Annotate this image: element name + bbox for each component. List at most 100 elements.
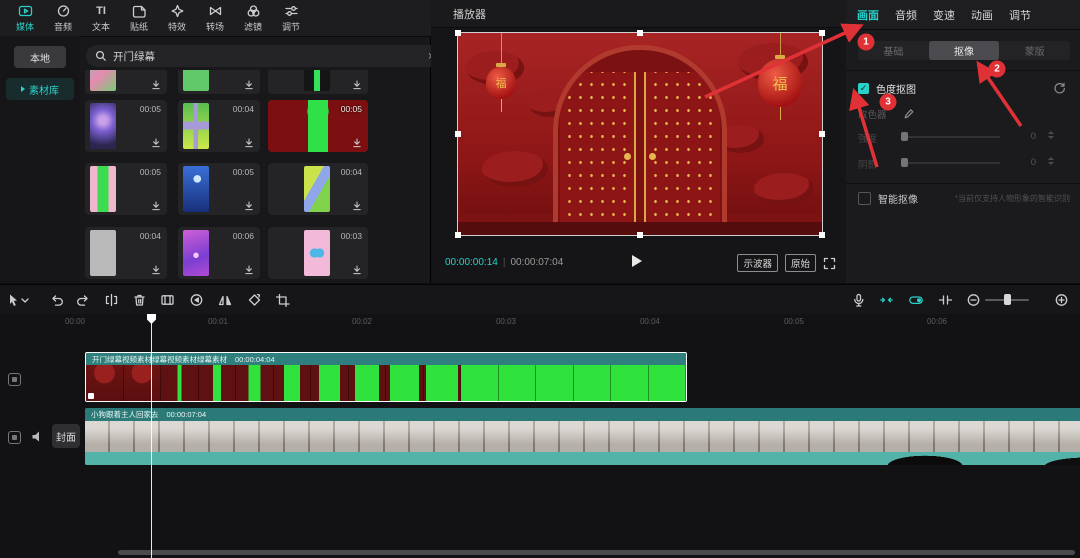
- stepper-down-icon[interactable]: [1048, 136, 1054, 139]
- media-card[interactable]: 00:05: [178, 163, 260, 215]
- video-preview[interactable]: 福 福: [457, 32, 823, 236]
- toolbar-item-adjust[interactable]: 调节: [272, 4, 310, 33]
- media-card[interactable]: 00:04: [85, 227, 167, 279]
- play-button[interactable]: [632, 255, 642, 267]
- track2-toggle[interactable]: [8, 431, 21, 444]
- stepper-up-icon[interactable]: [1048, 157, 1054, 160]
- chroma-key-row[interactable]: ✓ 色度抠图: [858, 81, 916, 96]
- stepper[interactable]: [1048, 157, 1054, 165]
- toolbar-item-effects[interactable]: 特效: [158, 4, 196, 33]
- reset-icon[interactable]: [1053, 82, 1066, 95]
- fullscreen-icon[interactable]: [823, 257, 836, 270]
- undo-icon[interactable]: [47, 291, 65, 309]
- download-icon[interactable]: [150, 200, 162, 212]
- download-icon[interactable]: [243, 264, 255, 276]
- timeline-ruler[interactable]: 00:00 00:01 00:02 00:03 00:04 00:05 00:06: [0, 314, 1080, 331]
- track1-toggle[interactable]: [8, 373, 21, 386]
- original-button[interactable]: 原始: [784, 254, 816, 272]
- selection-handle[interactable]: [455, 131, 461, 137]
- main-clip[interactable]: 小狗跟着主人回家去 00:00:07:04: [85, 408, 1080, 465]
- media-card[interactable]: [85, 70, 167, 94]
- timeline-zoom-fit-icon[interactable]: [1052, 291, 1070, 309]
- stepper-up-icon[interactable]: [1048, 131, 1054, 134]
- download-icon[interactable]: [243, 137, 255, 149]
- horizontal-scrollbar[interactable]: [118, 550, 1075, 555]
- media-card[interactable]: 00:04: [268, 163, 368, 215]
- slider-track[interactable]: [904, 136, 1000, 138]
- timeline-zoom-out-icon[interactable]: [964, 291, 982, 309]
- search-bar[interactable]: 开门绿幕 ×: [86, 45, 444, 67]
- selection-handle[interactable]: [819, 131, 825, 137]
- transition-handle[interactable]: [88, 393, 94, 399]
- toolbar-item-text[interactable]: TI 文本: [82, 4, 120, 33]
- download-icon[interactable]: [150, 79, 162, 91]
- chroma-key-checkbox[interactable]: ✓: [858, 83, 869, 94]
- cover-button[interactable]: 封面: [52, 424, 80, 448]
- slider-handle[interactable]: [901, 158, 908, 167]
- media-card[interactable]: 00:05: [85, 100, 167, 152]
- download-icon[interactable]: [150, 137, 162, 149]
- slider-track[interactable]: [904, 162, 1000, 164]
- media-card[interactable]: 00:05: [85, 163, 167, 215]
- smart-matting-checkbox[interactable]: [858, 192, 871, 205]
- split-icon[interactable]: [102, 291, 120, 309]
- selection-handle[interactable]: [455, 232, 461, 238]
- subtab-matting[interactable]: 抠像: [928, 41, 1000, 60]
- subtab-basic[interactable]: 基础: [858, 41, 929, 60]
- download-icon[interactable]: [351, 200, 363, 212]
- magnetic-snap-toggle[interactable]: [877, 291, 895, 309]
- redo-icon[interactable]: [74, 291, 92, 309]
- record-voiceover-icon[interactable]: [849, 291, 867, 309]
- eyedropper-icon[interactable]: [901, 108, 914, 121]
- freeze-frame-icon[interactable]: [158, 291, 176, 309]
- stepper[interactable]: [1048, 131, 1054, 139]
- tab-audio[interactable]: 音频: [895, 7, 917, 23]
- scope-button[interactable]: 示波器: [737, 254, 778, 272]
- toolbar-item-media[interactable]: 媒体: [6, 4, 44, 33]
- toolbar-item-audio[interactable]: 音频: [44, 4, 82, 33]
- overlay-clip[interactable]: 开门绿幕视频素材绿幕视频素材绿幕素材 00:00:04:04: [85, 352, 687, 402]
- media-card[interactable]: 00:04: [178, 100, 260, 152]
- timeline-zoom-handle[interactable]: [1004, 294, 1011, 305]
- tab-animation[interactable]: 动画: [971, 7, 993, 23]
- media-card[interactable]: [178, 70, 260, 94]
- selection-handle[interactable]: [637, 30, 643, 36]
- crop-icon[interactable]: [273, 291, 291, 309]
- tab-picture[interactable]: 画面: [857, 7, 879, 23]
- search-input[interactable]: 开门绿幕: [113, 49, 422, 64]
- download-icon[interactable]: [351, 79, 363, 91]
- rotate-icon[interactable]: [245, 291, 263, 309]
- media-card[interactable]: 00:03: [268, 227, 368, 279]
- tab-adjust[interactable]: 调节: [1009, 7, 1031, 23]
- download-icon[interactable]: [351, 137, 363, 149]
- selection-handle[interactable]: [819, 30, 825, 36]
- download-icon[interactable]: [150, 264, 162, 276]
- toolbar-item-sticker[interactable]: 贴纸: [120, 4, 158, 33]
- mirror-icon[interactable]: [216, 291, 234, 309]
- media-card-selected[interactable]: 00:05: [268, 100, 368, 152]
- delete-icon[interactable]: [130, 291, 148, 309]
- slider-handle[interactable]: [901, 132, 908, 141]
- stepper-down-icon[interactable]: [1048, 162, 1054, 165]
- linkage-toggle[interactable]: [907, 291, 925, 309]
- media-card[interactable]: [268, 70, 368, 94]
- sidebar-item-local[interactable]: 本地: [14, 46, 66, 68]
- smart-matting-row[interactable]: 智能抠像: [858, 191, 918, 206]
- toolbar-item-filter[interactable]: 滤镜: [234, 4, 272, 33]
- tab-speed[interactable]: 变速: [933, 7, 955, 23]
- toolbar-item-transition[interactable]: 转场: [196, 4, 234, 33]
- selection-handle[interactable]: [819, 232, 825, 238]
- track-audio-icon[interactable]: [31, 430, 45, 443]
- preview-axis-icon[interactable]: [936, 291, 954, 309]
- download-icon[interactable]: [351, 264, 363, 276]
- reverse-icon[interactable]: [187, 291, 205, 309]
- download-icon[interactable]: [243, 200, 255, 212]
- playhead-line[interactable]: [151, 314, 152, 558]
- media-card[interactable]: 00:06: [178, 227, 260, 279]
- selection-handle[interactable]: [637, 232, 643, 238]
- download-icon[interactable]: [243, 79, 255, 91]
- selection-handle[interactable]: [455, 30, 461, 36]
- sidebar-item-library[interactable]: 素材库: [6, 78, 74, 100]
- subtab-mask[interactable]: 蒙版: [999, 41, 1070, 60]
- select-tool-chevron-icon[interactable]: [20, 291, 30, 309]
